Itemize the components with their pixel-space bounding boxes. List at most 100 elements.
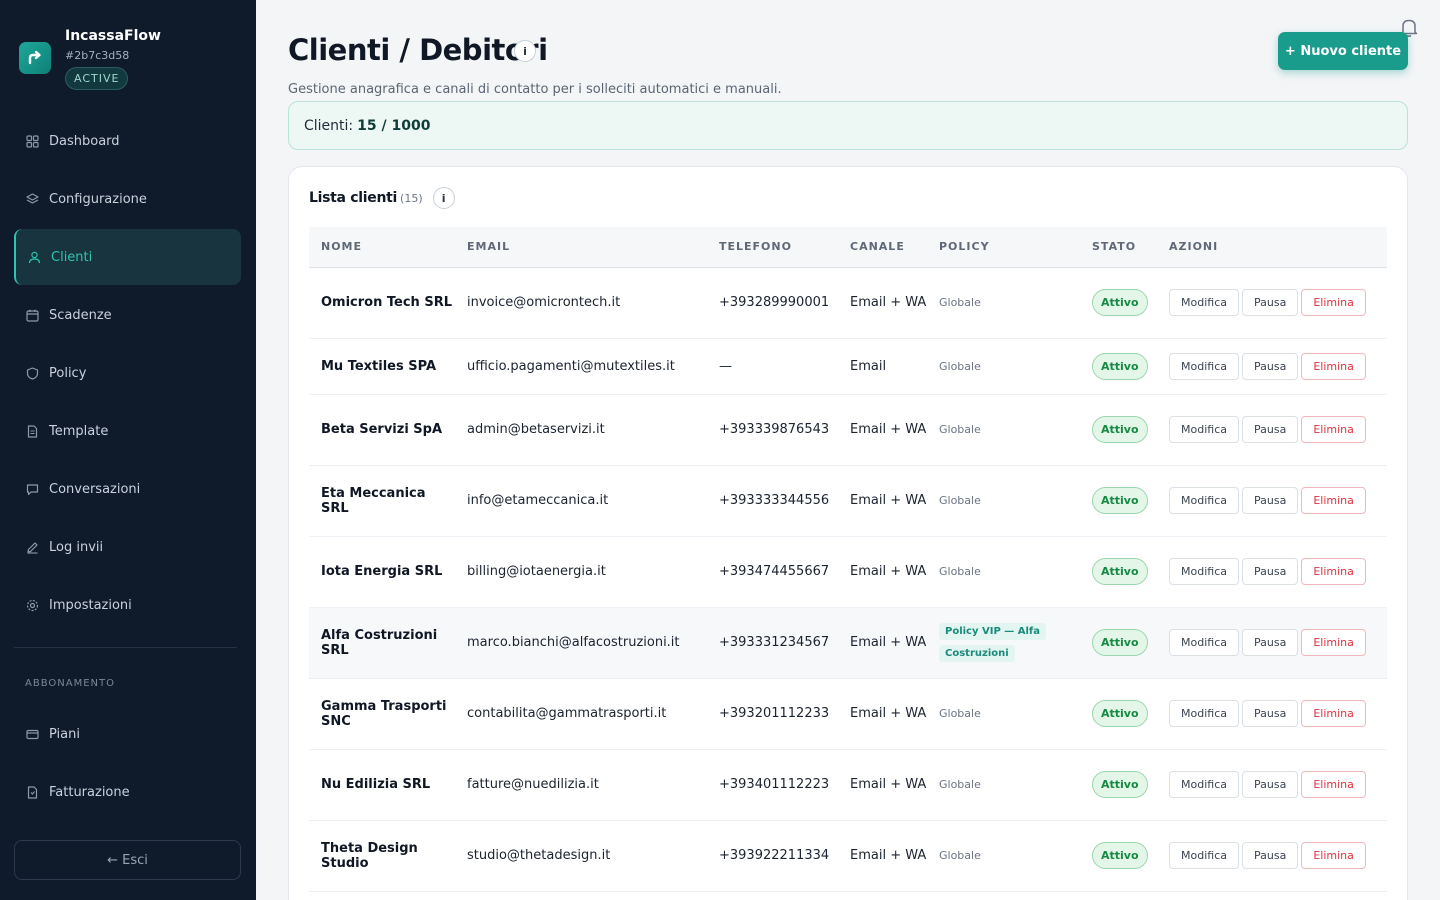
- status-badge: ACTIVE: [65, 67, 129, 90]
- sidebar-item-label: Clienti: [51, 249, 93, 265]
- sidebar-item-scadenze[interactable]: Scadenze: [14, 287, 241, 343]
- client-email: info@etameccanica.it: [455, 465, 707, 537]
- sidebar-item-configurazione[interactable]: Configurazione: [14, 171, 241, 227]
- client-policy: Globale: [927, 338, 1080, 395]
- table-row[interactable]: Beta Servizi SpA admin@betaservizi.it +3…: [309, 394, 1387, 466]
- sidebar-item-fatturazione[interactable]: Fatturazione: [14, 764, 241, 820]
- edit-button[interactable]: Modifica: [1169, 629, 1239, 656]
- table-row[interactable]: Theta Design Studio studio@thetadesign.i…: [309, 820, 1387, 892]
- table-row[interactable]: Iota Energia SRL billing@iotaenergia.it …: [309, 536, 1387, 608]
- client-email: studio@thetadesign.it: [455, 820, 707, 892]
- table-row[interactable]: Omicron Tech SRL invoice@omicrontech.it …: [309, 267, 1387, 339]
- delete-button[interactable]: Elimina: [1301, 842, 1366, 869]
- client-policy: Globale: [927, 465, 1080, 537]
- pause-button[interactable]: Pausa: [1241, 487, 1299, 514]
- list-count: (15): [400, 191, 423, 205]
- sidebar-item-conversazioni[interactable]: Conversazioni: [14, 461, 241, 517]
- pause-button[interactable]: Pausa: [1241, 352, 1299, 380]
- status-badge: Attivo: [1092, 416, 1148, 443]
- client-policy: Globale: [927, 536, 1080, 608]
- client-policy: Globale: [927, 678, 1080, 750]
- column-header-stato[interactable]: STATO: [1080, 227, 1157, 268]
- column-header-telefono[interactable]: TELEFONO: [707, 227, 838, 268]
- user-icon: [27, 250, 41, 264]
- delete-button[interactable]: Elimina: [1301, 416, 1366, 443]
- policy-vip-tag: Policy VIP — Alfa Costruzioni: [939, 622, 1046, 662]
- column-header-email[interactable]: EMAIL: [455, 227, 707, 268]
- shield-icon: [25, 366, 39, 380]
- sidebar-item-clienti[interactable]: Clienti: [14, 229, 241, 285]
- client-channel: Email + WA: [838, 678, 927, 750]
- invoice-icon: [25, 785, 39, 799]
- page-subtitle: Gestione anagrafica e canali di contatto…: [288, 82, 782, 97]
- client-policy: Globale: [927, 749, 1080, 821]
- edit-button[interactable]: Modifica: [1169, 771, 1239, 798]
- edit-button[interactable]: Modifica: [1169, 289, 1239, 316]
- table-row[interactable]: Gamma Trasporti SNC contabilita@gammatra…: [309, 678, 1387, 750]
- sidebar-item-label: Scadenze: [49, 307, 112, 323]
- sidebar-item-label: Conversazioni: [49, 481, 141, 497]
- delete-button[interactable]: Elimina: [1301, 352, 1366, 380]
- pause-button[interactable]: Pausa: [1241, 771, 1299, 798]
- sidebar-item-piani[interactable]: Piani: [14, 706, 241, 762]
- delete-button[interactable]: Elimina: [1301, 700, 1366, 727]
- client-policy: Globale: [927, 267, 1080, 339]
- new-client-button[interactable]: + Nuovo cliente: [1278, 32, 1408, 70]
- pause-button[interactable]: Pausa: [1241, 842, 1299, 869]
- table-row[interactable]: Nu Edilizia SRL fatture@nuedilizia.it +3…: [309, 749, 1387, 821]
- main-content: Clienti / Debitori i + Nuovo cliente Ges…: [256, 0, 1440, 900]
- client-phone: —: [707, 338, 838, 395]
- sidebar-item-impostazioni[interactable]: Impostazioni: [14, 577, 241, 633]
- pause-button[interactable]: Pausa: [1241, 629, 1299, 656]
- document-icon: [25, 424, 39, 438]
- pause-button[interactable]: Pausa: [1241, 558, 1299, 585]
- info-icon[interactable]: i: [514, 40, 536, 62]
- delete-button[interactable]: Elimina: [1301, 487, 1366, 514]
- column-header-policy[interactable]: POLICY: [927, 227, 1080, 268]
- delete-button[interactable]: Elimina: [1301, 558, 1366, 585]
- edit-button[interactable]: Modifica: [1169, 352, 1239, 380]
- column-header-canale[interactable]: CANALE: [838, 227, 927, 268]
- column-header-nome[interactable]: NOME: [309, 227, 455, 268]
- info-icon[interactable]: i: [432, 187, 455, 209]
- table-row[interactable]: Eta Meccanica SRL info@etameccanica.it +…: [309, 465, 1387, 537]
- card-icon: [25, 727, 39, 741]
- client-name: Gamma Trasporti SNC: [309, 678, 455, 750]
- edit-button[interactable]: Modifica: [1169, 487, 1239, 514]
- delete-button[interactable]: Elimina: [1301, 771, 1366, 798]
- client-name: Theta Design Studio: [309, 820, 455, 892]
- edit-button[interactable]: Modifica: [1169, 842, 1239, 869]
- sidebar-item-label: Dashboard: [49, 133, 120, 149]
- client-name: Beta Servizi SpA: [309, 394, 455, 466]
- client-channel: Email + WA: [838, 820, 927, 892]
- table-row[interactable]: Alfa Costruzioni SRL marco.bianchi@alfac…: [309, 607, 1387, 679]
- edit-button[interactable]: Modifica: [1169, 558, 1239, 585]
- delete-button[interactable]: Elimina: [1301, 289, 1366, 316]
- pause-button[interactable]: Pausa: [1241, 289, 1299, 316]
- client-name: Omicron Tech SRL: [309, 267, 455, 339]
- edit-button[interactable]: Modifica: [1169, 700, 1239, 727]
- status-badge: Attivo: [1092, 487, 1148, 514]
- page-title: Clienti / Debitori: [288, 33, 548, 67]
- sidebar-item-template[interactable]: Template: [14, 403, 241, 459]
- delete-button[interactable]: Elimina: [1301, 629, 1366, 656]
- status-badge: Attivo: [1092, 771, 1148, 798]
- sidebar-item-policy[interactable]: Policy: [14, 345, 241, 401]
- client-email: fatture@nuedilizia.it: [455, 749, 707, 821]
- client-phone: +393401112223: [707, 749, 838, 821]
- logout-button[interactable]: ← Esci: [14, 840, 241, 880]
- sidebar-nav: Dashboard Configurazione Clienti Scadenz…: [14, 113, 241, 822]
- layers-icon: [25, 192, 39, 206]
- client-name: Mu Textiles SPA: [309, 338, 455, 395]
- edit-button[interactable]: Modifica: [1169, 416, 1239, 443]
- sidebar-item-dashboard[interactable]: Dashboard: [14, 113, 241, 169]
- sidebar-item-log-invii[interactable]: Log invii: [14, 519, 241, 575]
- sidebar-item-label: Configurazione: [49, 191, 147, 207]
- sidebar-section-label: ABBONAMENTO: [25, 678, 115, 689]
- client-phone: +393289990001: [707, 267, 838, 339]
- client-email: invoice@omicrontech.it: [455, 267, 707, 339]
- table-row[interactable]: Mu Textiles SPA ufficio.pagamenti@mutext…: [309, 338, 1387, 395]
- pause-button[interactable]: Pausa: [1241, 700, 1299, 727]
- pause-button[interactable]: Pausa: [1241, 416, 1299, 443]
- client-channel: Email + WA: [838, 394, 927, 466]
